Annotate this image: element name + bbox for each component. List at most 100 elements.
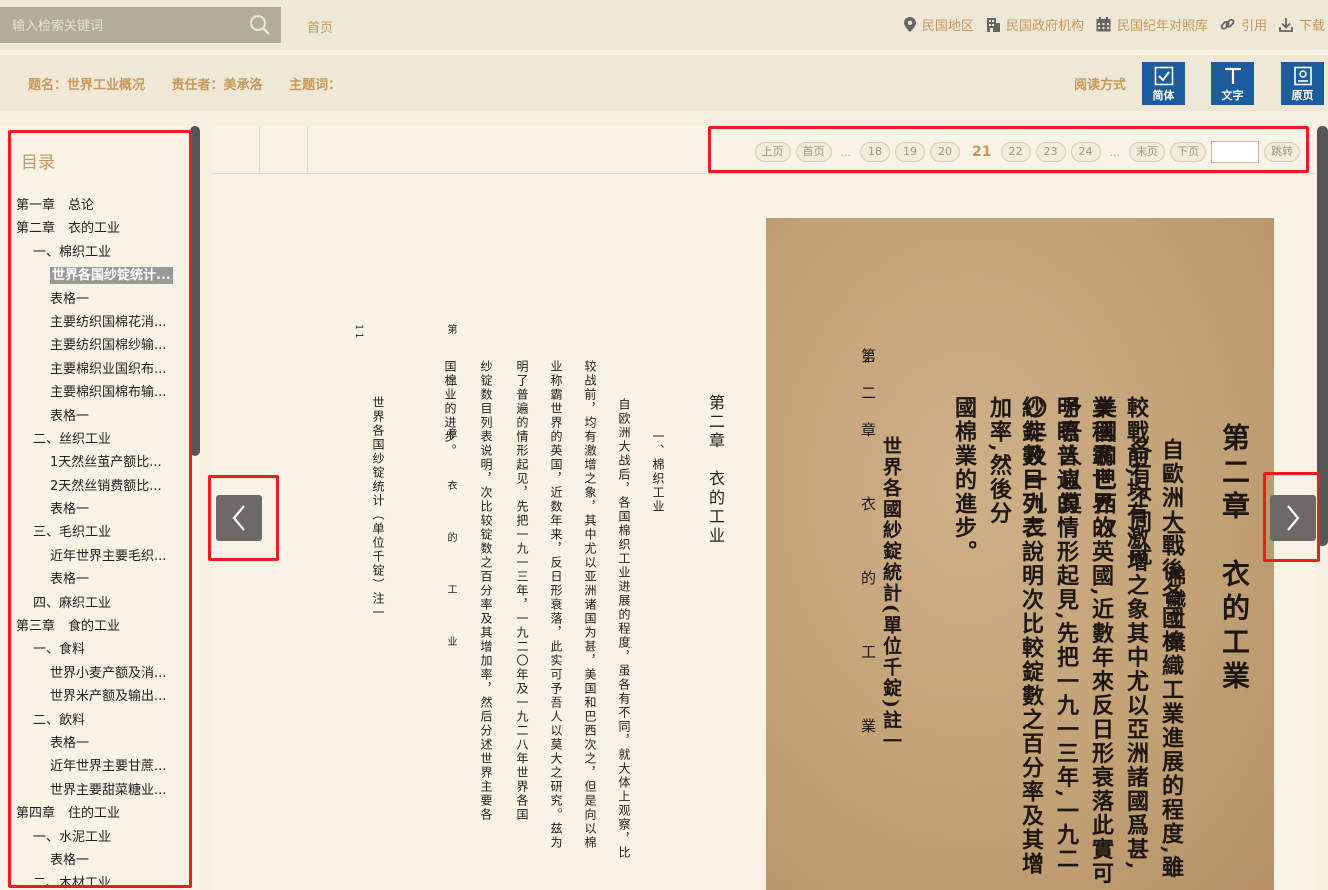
page-scrollbar[interactable] — [1317, 126, 1328, 546]
gov-agency-link[interactable]: 民国政府机构 — [986, 15, 1084, 34]
toc-item-label: 主要棉织业国织布... — [50, 361, 167, 377]
text-chapter-title: 第二章 衣的工业 — [706, 394, 725, 546]
last-page-button[interactable]: 末页 — [1129, 142, 1165, 162]
viewer-tab-1[interactable] — [212, 126, 260, 174]
prev-page-arrow[interactable] — [216, 495, 262, 541]
text-table-title: 世界各国纱锭统计（单位千锭）注一 — [371, 396, 385, 620]
toc-section[interactable]: 三、毛织工业 — [0, 521, 180, 544]
toc-entry[interactable]: 近年世界主要毛织... — [0, 545, 180, 568]
page-image-icon — [1293, 66, 1312, 86]
toc-section[interactable]: 二、丝织工业 — [0, 428, 180, 451]
viewer-tab-2[interactable] — [260, 126, 308, 174]
search-input[interactable] — [12, 7, 242, 43]
toc-entry[interactable]: 主要纺织国棉花消... — [0, 311, 180, 334]
page-button-22[interactable]: 22 — [1000, 142, 1031, 162]
toc-item-label: 世界小麦产额及消... — [50, 665, 167, 681]
next-page-button[interactable]: 下页 — [1170, 142, 1206, 162]
scan-page-header: 第二章 衣 的 工 業 — [859, 348, 877, 755]
toc-entry[interactable]: 表格一 — [0, 288, 180, 311]
toc-entry[interactable]: 表格一 — [0, 405, 180, 428]
gov-agency-link-label: 民国政府机构 — [1005, 19, 1084, 34]
text-paragraph-line: 自欧洲大战后，各国棉织工业进展的程度，虽各有不同，就大体上观察，比 — [617, 398, 631, 860]
toc-title: 目录 — [21, 153, 55, 173]
toc-section[interactable]: 一、棉织工业 — [0, 241, 180, 264]
current-page: 21 — [972, 144, 992, 160]
search-icon[interactable] — [249, 14, 271, 36]
toc-chapter[interactable]: 第四章 住的工业 — [0, 802, 180, 825]
toc-entry[interactable]: 世界米产额及输出... — [0, 685, 180, 708]
toc-item-label: 主要纺织国棉纱输... — [50, 338, 167, 354]
toc-item-label: 二、丝织工业 — [33, 431, 112, 447]
text-section-title: 一、棉织工业 — [651, 430, 665, 514]
calendar-link-label: 民国纪年对照库 — [1116, 19, 1208, 34]
text-mode-label: 文字 — [1221, 89, 1244, 102]
calendar-link[interactable]: 民国纪年对照库 — [1096, 15, 1208, 34]
toc-entry[interactable]: 近年世界主要甘蔗... — [0, 755, 180, 778]
book-title: 题名：世界工业概况 — [28, 78, 146, 93]
toc-entry[interactable]: 世界各国纱锭统计... — [0, 264, 180, 287]
toc-entry[interactable]: 主要纺织国棉纱输... — [0, 334, 180, 357]
cite-link-label: 引用 — [1240, 19, 1267, 34]
page-button-24[interactable]: 24 — [1070, 142, 1101, 162]
scan-table-title: 世界各國紗錠統計(單位千錠)註一 — [880, 436, 902, 752]
toc-section[interactable]: 一、食料 — [0, 638, 180, 661]
page-button-18[interactable]: 18 — [860, 142, 891, 162]
text-paragraph-line: 纱锭数目列表说明，次比较锭数之百分率及其增加率，然后分述世界主要各 — [479, 360, 493, 822]
toc-item-label: 近年世界主要甘蔗... — [50, 759, 167, 775]
region-link[interactable]: 民国地区 — [903, 15, 974, 34]
toc-item-label: 近年世界主要毛织... — [50, 548, 167, 564]
home-link[interactable]: 首页 — [307, 17, 333, 36]
toc-entry[interactable]: 主要棉织业国织布... — [0, 358, 180, 381]
toc-chapter[interactable]: 第一章 总论 — [0, 194, 180, 217]
original-page-button[interactable]: 原页 — [1281, 62, 1324, 105]
toc-item-label: 世界主要甜菜糖业... — [50, 782, 167, 798]
toc-section[interactable]: 四、麻织工业 — [0, 592, 180, 615]
toc-entry[interactable]: 世界主要甜菜糖业... — [0, 779, 180, 802]
text-mode-button[interactable]: 文字 — [1211, 62, 1254, 105]
pager-ellipsis: ... — [1109, 145, 1121, 159]
page-jump-input[interactable] — [1211, 141, 1259, 163]
toc-list: 第一章 总论 第二章 衣的工业 一、棉织工业 世界各国纱锭统计... 表格一 主要纺织国棉… — [0, 194, 190, 890]
toc-entry[interactable]: 表格一 — [0, 498, 180, 521]
scan-text-line: 紗錠數目列表說明次比較錠數之百分率及其增加率,然後分 — [986, 396, 1044, 876]
toc-entry[interactable]: 主要棉织国棉布输... — [0, 381, 180, 404]
toc-entry[interactable]: 2天然丝销费额比... — [0, 475, 180, 498]
toc-section[interactable]: 二、木材工业 — [0, 872, 180, 890]
viewer-header: 上页 首页 ... 18 19 20 21 22 23 24 ... 末页 下页… — [212, 126, 1316, 174]
download-link[interactable]: 下载 — [1279, 15, 1325, 34]
text-paragraph-line: 业称霸世界的英国，近数年来，反日形衰落，此实可予吾人以莫大之研究。兹为 — [549, 360, 563, 850]
toc-item-label: 二、飲料 — [33, 712, 86, 728]
page-button-20[interactable]: 20 — [930, 142, 961, 162]
toc-chapter[interactable]: 第二章 衣的工业 — [0, 217, 180, 240]
first-page-button[interactable]: 首页 — [795, 142, 832, 162]
toc-entry[interactable]: 表格一 — [0, 732, 180, 755]
toc-section[interactable]: 一、水泥工业 — [0, 826, 180, 849]
original-page-label: 原页 — [1291, 89, 1314, 102]
top-bar: 首页 民国地区 民国政府机构 民国纪年对照库 引用 下载 — [0, 0, 1328, 50]
toc-entry[interactable]: 表格一 — [0, 568, 180, 591]
toc-item-label: 世界米产额及输出... — [50, 689, 167, 705]
text-paragraph-line: 明了普遍的情形起见，先把一九一三年，一九二〇年及一九二八年世界各国 — [515, 360, 529, 822]
book-meta: 题名：世界工业概况 责任者：美承洛 主题词： — [28, 74, 363, 93]
chevron-left-icon — [232, 505, 245, 531]
jump-button[interactable]: 跳转 — [1264, 142, 1300, 162]
page-button-19[interactable]: 19 — [895, 142, 926, 162]
toc-section[interactable]: 二、飲料 — [0, 709, 180, 732]
toc-item-label: 第二章 衣的工业 — [16, 221, 121, 237]
toc-item-label: 表格一 — [50, 852, 90, 868]
book-keywords: 主题词： — [289, 78, 342, 93]
toc-entry[interactable]: 1天然丝茧产额比... — [0, 451, 180, 474]
prev-page-button[interactable]: 上页 — [754, 142, 791, 162]
toc-scrollbar[interactable] — [190, 126, 200, 456]
toc-entry[interactable]: 表格一 — [0, 849, 180, 872]
toc-item-label: 一、食料 — [33, 642, 86, 658]
cite-link[interactable]: 引用 — [1220, 15, 1267, 34]
toc-entry[interactable]: 世界小麦产额及消... — [0, 662, 180, 685]
link-icon — [1220, 18, 1235, 30]
page-button-23[interactable]: 23 — [1035, 142, 1066, 162]
toc-item-label: 三、毛织工业 — [33, 525, 112, 541]
next-page-arrow[interactable] — [1270, 495, 1316, 541]
simplified-mode-button[interactable]: 简体 — [1142, 62, 1185, 105]
text-t-icon — [1224, 67, 1241, 84]
toc-chapter[interactable]: 第三章 食的工业 — [0, 615, 180, 638]
